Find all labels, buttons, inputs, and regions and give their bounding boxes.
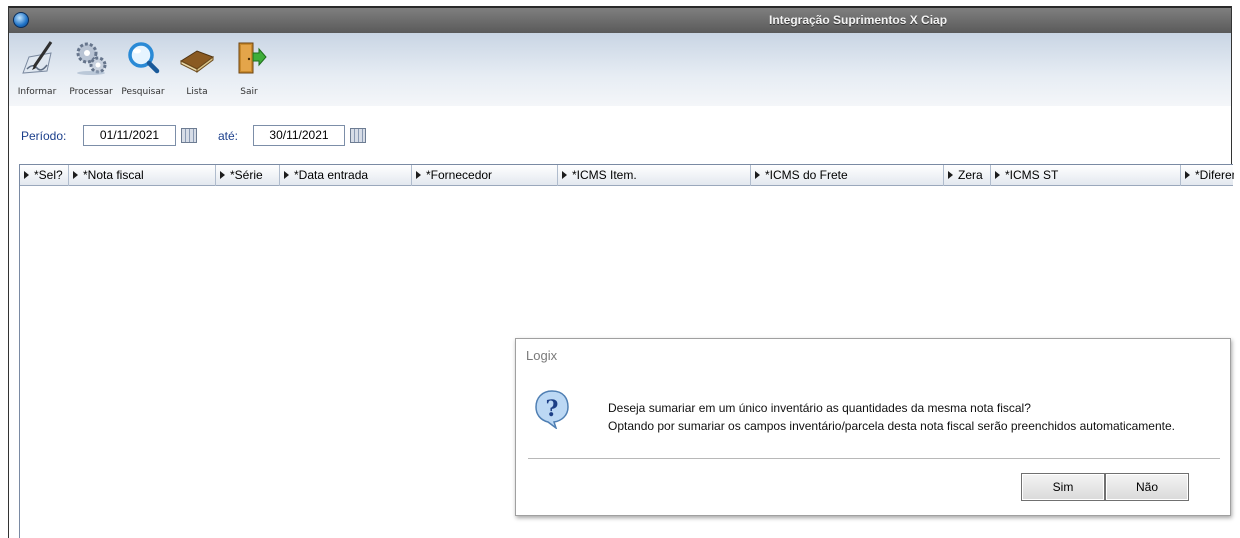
- informar-label: Informar: [17, 87, 57, 97]
- column-header-icms-frete[interactable]: *ICMS do Frete: [751, 165, 944, 186]
- svg-text:?: ?: [546, 396, 559, 422]
- dialog-title: Logix: [526, 348, 558, 363]
- question-icon: ?: [535, 390, 569, 429]
- confirm-dialog: Logix ? Deseja sumariar em um único inve…: [515, 338, 1231, 516]
- book-icon: [179, 50, 215, 73]
- processar-label: Processar: [69, 87, 113, 97]
- pesquisar-label: Pesquisar: [121, 87, 165, 97]
- dialog-message-line2: Optando por sumariar os campos inventári…: [608, 419, 1175, 433]
- column-header-diferencial[interactable]: *Diferen: [1181, 165, 1234, 186]
- sort-arrow-icon: [416, 171, 421, 179]
- sort-arrow-icon: [284, 171, 289, 179]
- sort-arrow-icon: [995, 171, 1000, 179]
- column-header-data-entrada[interactable]: *Data entrada: [280, 165, 412, 186]
- sair-button[interactable]: Sair: [223, 39, 275, 101]
- column-header-serie[interactable]: *Série: [216, 165, 280, 186]
- lista-button[interactable]: Lista: [171, 39, 223, 101]
- column-header-nota-fiscal[interactable]: *Nota fiscal: [69, 165, 216, 186]
- start-date-field[interactable]: 01/11/2021: [83, 125, 176, 146]
- sort-arrow-icon: [948, 171, 953, 179]
- pen-paper-icon: [22, 41, 53, 74]
- end-date-field[interactable]: 30/11/2021: [253, 125, 345, 146]
- no-button[interactable]: Não: [1105, 473, 1189, 501]
- processar-button[interactable]: Processar: [65, 39, 117, 101]
- until-label: até:: [218, 129, 239, 143]
- informar-button[interactable]: Informar: [11, 39, 63, 101]
- dialog-separator: [528, 458, 1220, 459]
- column-header-icms-item[interactable]: *ICMS Item.: [558, 165, 751, 186]
- period-filter: Período: 01/11/2021 até: 30/11/2021: [9, 106, 1231, 164]
- dialog-message-line1: Deseja sumariar em um único inventário a…: [608, 401, 1031, 415]
- column-header-fornecedor[interactable]: *Fornecedor: [412, 165, 558, 186]
- pesquisar-button[interactable]: Pesquisar: [117, 39, 169, 101]
- magnifier-icon: [128, 42, 160, 74]
- sort-arrow-icon: [755, 171, 760, 179]
- sort-arrow-icon: [220, 171, 225, 179]
- gears-icon: [76, 42, 107, 75]
- grid-header: *Sel? *Nota fiscal *Série *Data entrada …: [20, 165, 1234, 186]
- yes-button[interactable]: Sim: [1021, 473, 1105, 501]
- period-label: Período:: [21, 129, 67, 143]
- lista-label: Lista: [186, 87, 208, 97]
- calendar-icon[interactable]: [350, 128, 366, 143]
- toolbar: Informar Processar Pesquisar Lista Sair: [9, 33, 1231, 106]
- sort-arrow-icon: [24, 171, 29, 179]
- sort-arrow-icon: [73, 171, 78, 179]
- column-header-sel[interactable]: *Sel?: [20, 165, 69, 186]
- window-title: Integração Suprimentos X Ciap: [769, 13, 948, 27]
- exit-door-icon: [238, 42, 267, 74]
- title-bar: Integração Suprimentos X Ciap: [9, 6, 1231, 33]
- column-header-zera[interactable]: Zera: [944, 165, 991, 186]
- calendar-icon[interactable]: [181, 128, 197, 143]
- column-header-icms-st[interactable]: *ICMS ST: [991, 165, 1181, 186]
- sair-label: Sair: [240, 87, 258, 97]
- sort-arrow-icon: [1185, 171, 1190, 179]
- sort-arrow-icon: [562, 171, 567, 179]
